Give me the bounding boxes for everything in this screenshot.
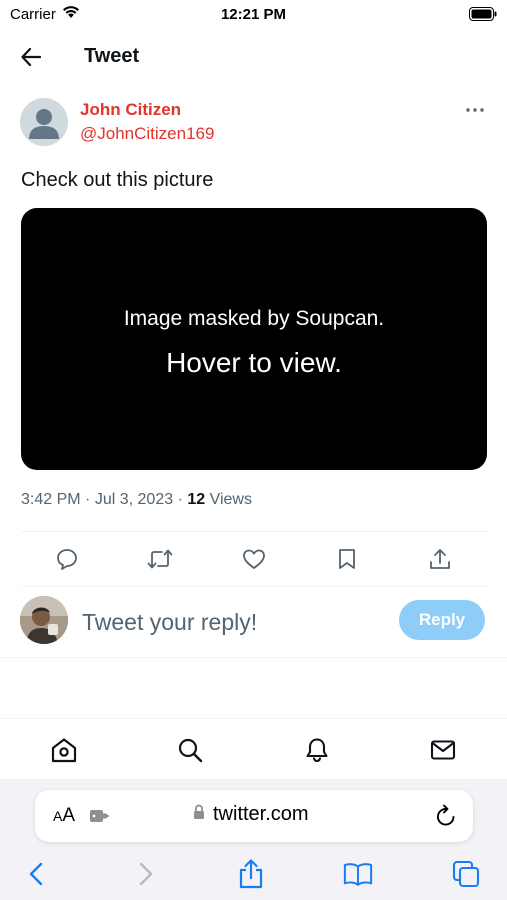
mask-hover-hint: Hover to view. [166,347,342,378]
nav-notifications[interactable] [300,733,334,767]
tabs-icon [452,860,480,888]
extension-puzzle-icon[interactable] [89,808,111,829]
chevron-left-icon [29,862,43,886]
nav-search[interactable] [173,733,207,767]
status-bar: Carrier 12:21 PM [0,0,507,28]
lock-icon [193,804,205,825]
browser-back-button[interactable] [21,859,51,889]
user-avatar[interactable] [20,596,68,644]
heart-icon [243,549,265,569]
nav-messages[interactable] [426,733,460,767]
author-avatar[interactable] [20,98,68,146]
browser-share-button[interactable] [236,859,266,889]
text-size-button[interactable]: AA [53,805,75,827]
retweet-icon [147,549,173,569]
search-icon [178,738,203,763]
share-action-button[interactable] [425,544,455,574]
reply-button[interactable]: Reply [399,600,485,640]
browser-chrome: AA twitter.com [0,779,507,900]
bottom-nav [0,719,507,779]
nav-home[interactable] [47,733,81,767]
tweet-text: Check out this picture [21,169,214,191]
address-bar[interactable]: AA twitter.com [35,790,473,842]
retweet-action-button[interactable] [145,544,175,574]
tweet-meta: 3:42 PM · Jul 3, 2023 · 12 Views [21,491,252,509]
home-icon [51,738,77,763]
envelope-icon [430,740,456,760]
battery-icon [469,7,497,26]
header: Tweet [0,34,507,78]
author-handle[interactable]: @JohnCitizen169 [80,124,214,144]
user-photo-icon [20,596,68,644]
mask-notice: Image masked by Soupcan. [123,307,385,330]
tweet-date[interactable]: Jul 3, 2023 [95,491,173,508]
divider [0,657,507,658]
author-name[interactable]: John Citizen [80,100,181,120]
browser-tabs-button[interactable] [451,859,481,889]
like-action-button[interactable] [239,544,269,574]
more-options-button[interactable] [461,100,489,120]
share-icon [239,859,263,889]
chevron-right-icon [139,862,153,886]
reply-input[interactable] [82,606,382,638]
reply-action-button[interactable] [52,544,82,574]
clock-time: 12:21 PM [220,6,287,23]
bell-icon [306,738,328,763]
bookmark-action-button[interactable] [332,544,362,574]
divider [21,586,487,587]
book-icon [343,863,373,886]
default-avatar-icon [29,109,59,139]
arrow-left-icon [21,48,41,66]
comment-icon [57,549,77,570]
url-text: twitter.com [213,803,309,825]
meta-separator: · [85,491,91,508]
browser-forward-button[interactable] [131,859,161,889]
views-count: 12 [187,491,206,508]
tweet-action-bar [21,532,487,586]
page-title: Tweet [84,45,140,67]
browser-bookmarks-button[interactable] [343,859,373,889]
meta-separator: · [177,491,183,508]
back-button[interactable] [14,42,48,72]
ellipsis-icon [466,108,484,112]
bookmark-icon [339,549,355,569]
tweet-time[interactable]: 3:42 PM [21,491,81,508]
views-label: Views [209,491,252,508]
masked-image[interactable]: Image masked by Soupcan. Hover to view. [21,208,487,470]
share-upload-icon [430,549,450,569]
url-display[interactable]: twitter.com [193,803,309,826]
reload-icon[interactable] [435,804,457,833]
